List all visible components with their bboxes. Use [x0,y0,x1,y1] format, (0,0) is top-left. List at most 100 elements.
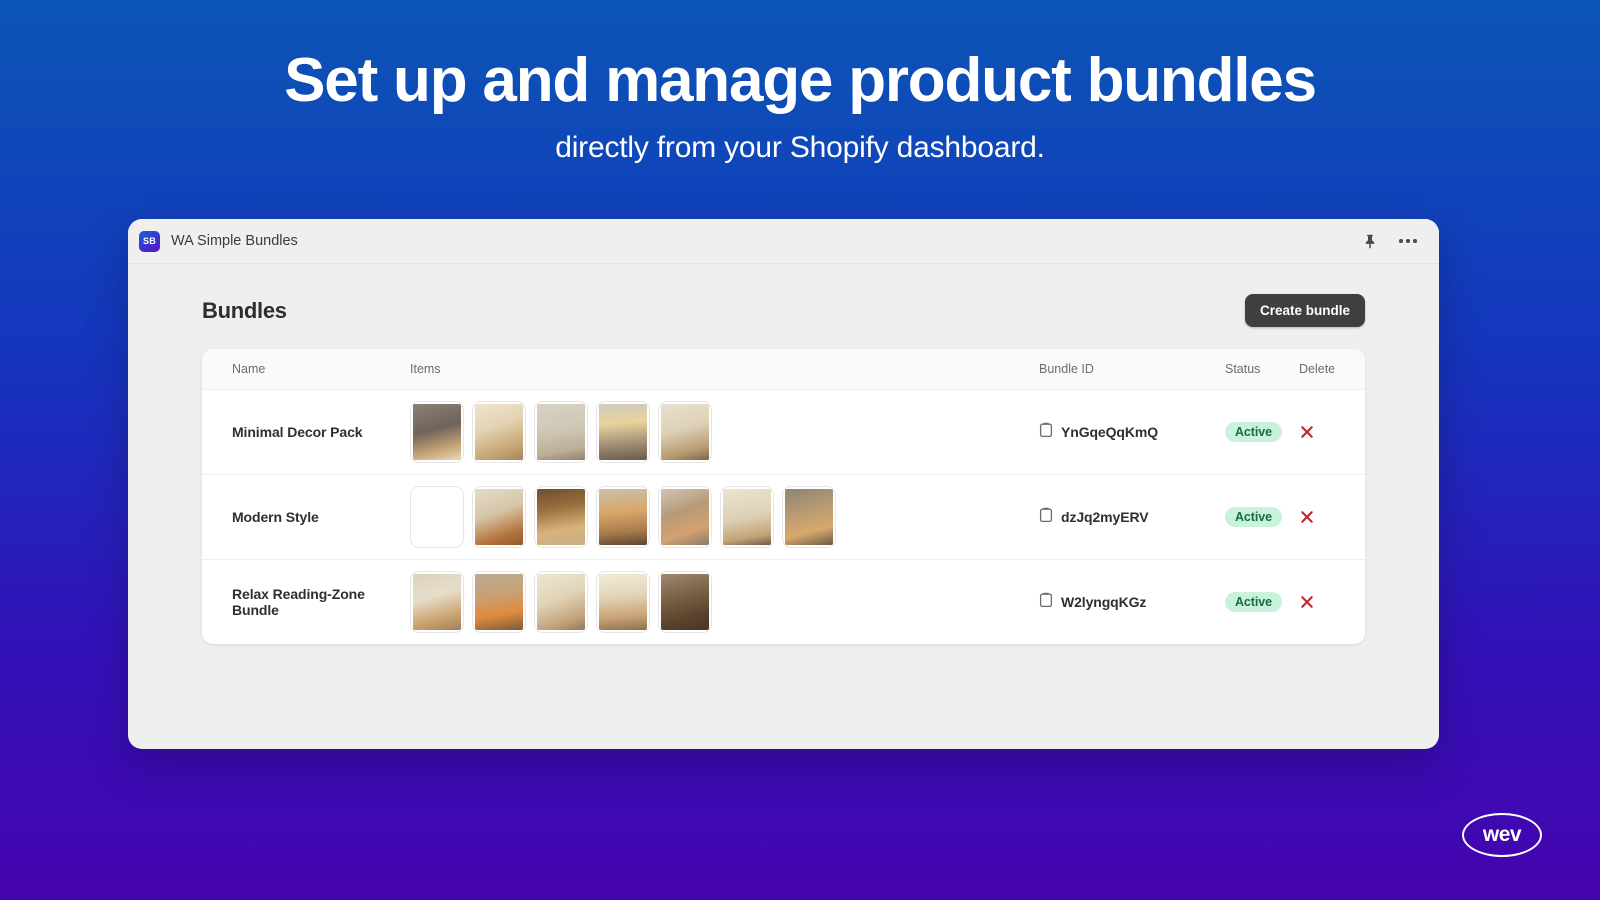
clipboard-icon[interactable] [1039,592,1053,613]
delete-bundle-button[interactable] [1299,594,1315,610]
product-thumbnail[interactable] [534,571,588,633]
bundle-name: Relax Reading-Zone Bundle [232,586,365,618]
hero-title: Set up and manage product bundles [284,46,1317,115]
bundle-id-group: YnGqeQqKmQ [1039,422,1225,443]
bundle-items-cell [410,475,1039,560]
bundle-delete-cell [1299,560,1365,645]
bundle-id-group: dzJq2myERV [1039,507,1225,528]
bundle-name-cell: Minimal Decor Pack [202,390,410,475]
more-options-icon[interactable] [1399,239,1417,243]
product-thumbnail[interactable] [782,486,836,548]
dot-2 [1406,239,1410,243]
table-header: Name Items Bundle ID Status Delete [202,349,1365,390]
bundle-status-cell: Active [1225,475,1299,560]
hero-subtitle: directly from your Shopify dashboard. [555,130,1045,164]
delete-bundle-button[interactable] [1299,509,1315,525]
page-title: Bundles [202,297,287,323]
bundles-table-card: Name Items Bundle ID Status Delete Minim… [202,349,1365,644]
product-thumbnail[interactable] [410,486,464,548]
product-thumbnail[interactable] [658,401,712,463]
bundle-id-text: YnGqeQqKmQ [1061,424,1159,440]
app-title: WA Simple Bundles [171,233,298,249]
table-header-row: Name Items Bundle ID Status Delete [202,349,1365,390]
page-header: Bundles Create bundle [164,294,1403,327]
more-options-dots [1399,239,1417,243]
bundle-id-cell: YnGqeQqKmQ [1039,390,1225,475]
app-logo-icon: SB [139,230,160,252]
bundle-items-cell [410,390,1039,475]
create-bundle-button[interactable]: Create bundle [1244,294,1365,327]
bundle-name: Modern Style [232,509,319,525]
column-header-status: Status [1225,349,1299,390]
product-thumbnail[interactable] [596,486,650,548]
dot-1 [1399,239,1403,243]
app-window: SB WA Simple Bundles Bundles Create bund… [128,219,1439,749]
bundle-items-cell [410,560,1039,645]
table-body: Minimal Decor Pack YnGqeQqKmQ Active Modern… [202,390,1365,645]
column-header-items: Items [410,349,1039,390]
clipboard-icon[interactable] [1039,507,1053,528]
status-badge: Active [1225,422,1282,442]
thumbnail-list [410,571,1039,633]
product-thumbnail-image [661,574,709,630]
clipboard-icon[interactable] [1039,422,1053,443]
bundle-status-cell: Active [1225,390,1299,475]
product-thumbnail[interactable] [534,401,588,463]
window-titlebar: SB WA Simple Bundles [128,219,1439,264]
column-header-bundle-id: Bundle ID [1039,349,1225,390]
product-thumbnail-image [413,489,461,545]
product-thumbnail-image [537,404,585,460]
table-row: Minimal Decor Pack YnGqeQqKmQ Active [202,390,1365,475]
product-thumbnail[interactable] [472,486,526,548]
dot-3 [1413,239,1417,243]
product-thumbnail-image [413,574,461,630]
hero-section: Set up and manage product bundles direct… [0,0,1600,165]
table-row: Modern Style dzJq2myERV Active [202,475,1365,560]
status-badge: Active [1225,507,1282,527]
bundle-id-cell: W2lyngqKGz [1039,560,1225,645]
thumbnail-list [410,401,1039,463]
delete-bundle-button[interactable] [1299,424,1315,440]
bundle-id-text: W2lyngqKGz [1061,594,1147,610]
table-row: Relax Reading-Zone Bundle W2lyngqKGz Activ… [202,560,1365,645]
product-thumbnail-image [661,489,709,545]
product-thumbnail[interactable] [410,401,464,463]
bundle-name-cell: Relax Reading-Zone Bundle [202,560,410,645]
product-thumbnail[interactable] [596,571,650,633]
product-thumbnail-image [475,574,523,630]
bundle-status-cell: Active [1225,560,1299,645]
product-thumbnail-image [599,574,647,630]
product-thumbnail[interactable] [596,401,650,463]
status-badge: Active [1225,592,1282,612]
wev-logo: wev [1462,813,1542,857]
pin-icon[interactable] [1363,234,1377,249]
bundle-id-text: dzJq2myERV [1061,509,1149,525]
product-thumbnail[interactable] [534,486,588,548]
product-thumbnail[interactable] [472,401,526,463]
product-thumbnail-image [785,489,833,545]
product-thumbnail[interactable] [720,486,774,548]
product-thumbnail-image [537,574,585,630]
product-thumbnail[interactable] [658,486,712,548]
bundle-name: Minimal Decor Pack [232,424,363,440]
product-thumbnail-image [475,489,523,545]
product-thumbnail-image [413,404,461,460]
bundle-name-cell: Modern Style [202,475,410,560]
bundle-id-group: W2lyngqKGz [1039,592,1225,613]
product-thumbnail-image [599,404,647,460]
product-thumbnail-image [475,404,523,460]
bundle-delete-cell [1299,390,1365,475]
product-thumbnail[interactable] [410,571,464,633]
product-thumbnail-image [599,489,647,545]
product-thumbnail-image [661,404,709,460]
thumbnail-list [410,486,1039,548]
column-header-name: Name [202,349,410,390]
bundle-delete-cell [1299,475,1365,560]
product-thumbnail[interactable] [658,571,712,633]
product-thumbnail-image [537,489,585,545]
product-thumbnail-image [723,489,771,545]
product-thumbnail[interactable] [472,571,526,633]
column-header-delete: Delete [1299,349,1365,390]
bundles-table: Name Items Bundle ID Status Delete Minim… [202,349,1365,644]
app-body: Bundles Create bundle Name Items Bundle … [128,264,1439,749]
